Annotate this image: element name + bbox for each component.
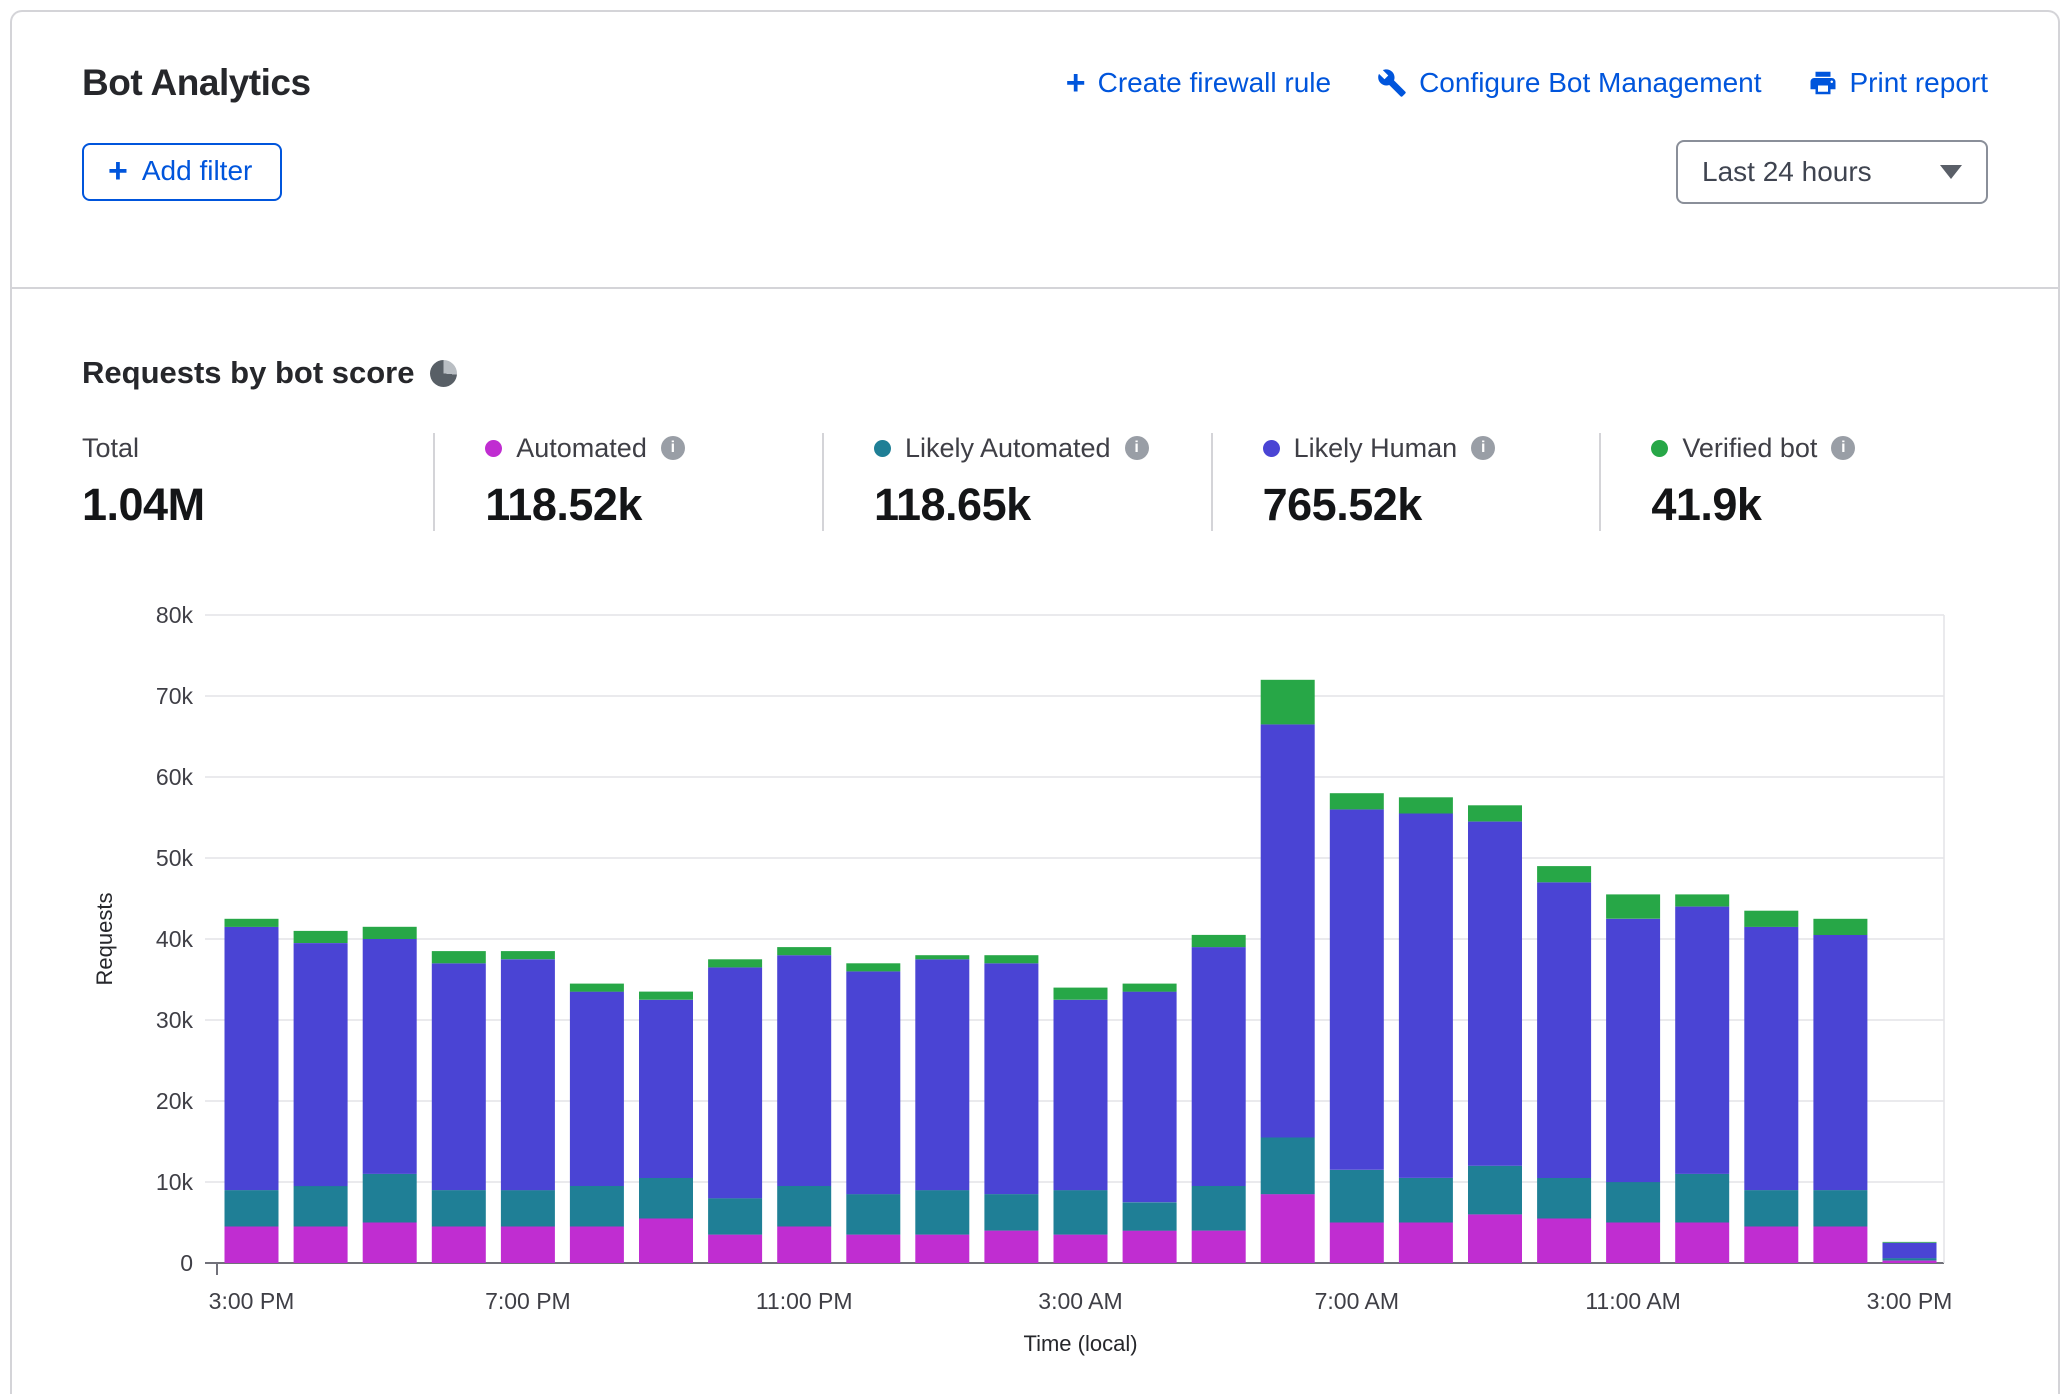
svg-text:80k: 80k [156, 602, 194, 628]
info-icon[interactable]: i [661, 436, 685, 460]
chart-area: 0 10k 20k 30k 40k 50k 60k 70k 80k 3:00 PM 7:00 PM 1… [82, 557, 1988, 1362]
bot-score-chart: 0 10k 20k 30k 40k 50k 60k 70k 80k 3:00 PM 7:00 PM 1… [82, 557, 2032, 1357]
pie-chart-icon [430, 360, 457, 387]
page-title: Bot Analytics [82, 62, 311, 104]
stat-label: Total [82, 433, 139, 464]
svg-text:10k: 10k [156, 1169, 194, 1195]
main-content: Requests by bot score Total 1.04M Automa… [12, 355, 2058, 1362]
header: Bot Analytics + Create firewall rule Con… [12, 12, 2058, 289]
header-actions: + Create firewall rule Configure Bot Man… [1066, 67, 1988, 99]
plus-icon: + [1066, 68, 1086, 99]
printer-icon [1808, 68, 1838, 98]
svg-text:70k: 70k [156, 683, 194, 709]
section-title: Requests by bot score [82, 355, 414, 391]
stat-value: 118.65k [874, 479, 1211, 531]
svg-text:Time (local): Time (local) [1023, 1331, 1137, 1356]
svg-text:7:00 AM: 7:00 AM [1315, 1288, 1399, 1314]
stat-total: Total 1.04M [82, 433, 433, 531]
time-range-value: Last 24 hours [1702, 156, 1872, 188]
stat-likely-automated: Likely Automated i 118.65k [822, 433, 1211, 531]
svg-text:30k: 30k [156, 1007, 194, 1033]
time-range-dropdown[interactable]: Last 24 hours [1676, 140, 1988, 204]
svg-text:60k: 60k [156, 764, 194, 790]
stat-label: Automated [516, 433, 647, 464]
stat-label: Verified bot [1682, 433, 1817, 464]
svg-text:3:00 PM: 3:00 PM [1867, 1288, 1953, 1314]
stat-label: Likely Human [1294, 433, 1458, 464]
svg-text:3:00 PM: 3:00 PM [209, 1288, 295, 1314]
stat-label: Likely Automated [905, 433, 1111, 464]
svg-text:20k: 20k [156, 1088, 194, 1114]
info-icon[interactable]: i [1831, 436, 1855, 460]
stats-row: Total 1.04M Automated i 118.52k Likely A… [82, 433, 1988, 531]
add-filter-label: Add filter [142, 155, 253, 187]
svg-text:3:00 AM: 3:00 AM [1038, 1288, 1122, 1314]
svg-text:11:00 AM: 11:00 AM [1585, 1288, 1680, 1314]
plus-icon: + [108, 156, 128, 187]
legend-dot-likely-automated [874, 440, 891, 457]
configure-bot-management-link[interactable]: Configure Bot Management [1377, 67, 1761, 99]
add-filter-button[interactable]: + Add filter [82, 143, 282, 201]
legend-dot-verified-bot [1651, 440, 1668, 457]
bot-analytics-card: Bot Analytics + Create firewall rule Con… [10, 10, 2060, 1394]
stat-value: 118.52k [485, 479, 822, 531]
legend-dot-automated [485, 440, 502, 457]
create-firewall-rule-link[interactable]: + Create firewall rule [1066, 67, 1331, 99]
svg-text:11:00 PM: 11:00 PM [756, 1288, 853, 1314]
print-report-link[interactable]: Print report [1808, 67, 1989, 99]
wrench-icon [1377, 68, 1407, 98]
configure-bot-management-label: Configure Bot Management [1419, 67, 1761, 99]
svg-text:7:00 PM: 7:00 PM [485, 1288, 571, 1314]
info-icon[interactable]: i [1125, 436, 1149, 460]
stat-value: 41.9k [1651, 479, 1988, 531]
stat-likely-human: Likely Human i 765.52k [1211, 433, 1600, 531]
create-firewall-rule-label: Create firewall rule [1098, 67, 1331, 99]
svg-text:Requests: Requests [92, 893, 117, 986]
print-report-label: Print report [1850, 67, 1989, 99]
svg-text:50k: 50k [156, 845, 194, 871]
info-icon[interactable]: i [1471, 436, 1495, 460]
stat-verified-bot: Verified bot i 41.9k [1599, 433, 1988, 531]
stat-automated: Automated i 118.52k [433, 433, 822, 531]
chevron-down-icon [1940, 165, 1962, 179]
stat-value: 1.04M [82, 479, 433, 531]
svg-text:40k: 40k [156, 926, 194, 952]
legend-dot-likely-human [1263, 440, 1280, 457]
stat-value: 765.52k [1263, 479, 1600, 531]
svg-text:0: 0 [180, 1250, 193, 1276]
